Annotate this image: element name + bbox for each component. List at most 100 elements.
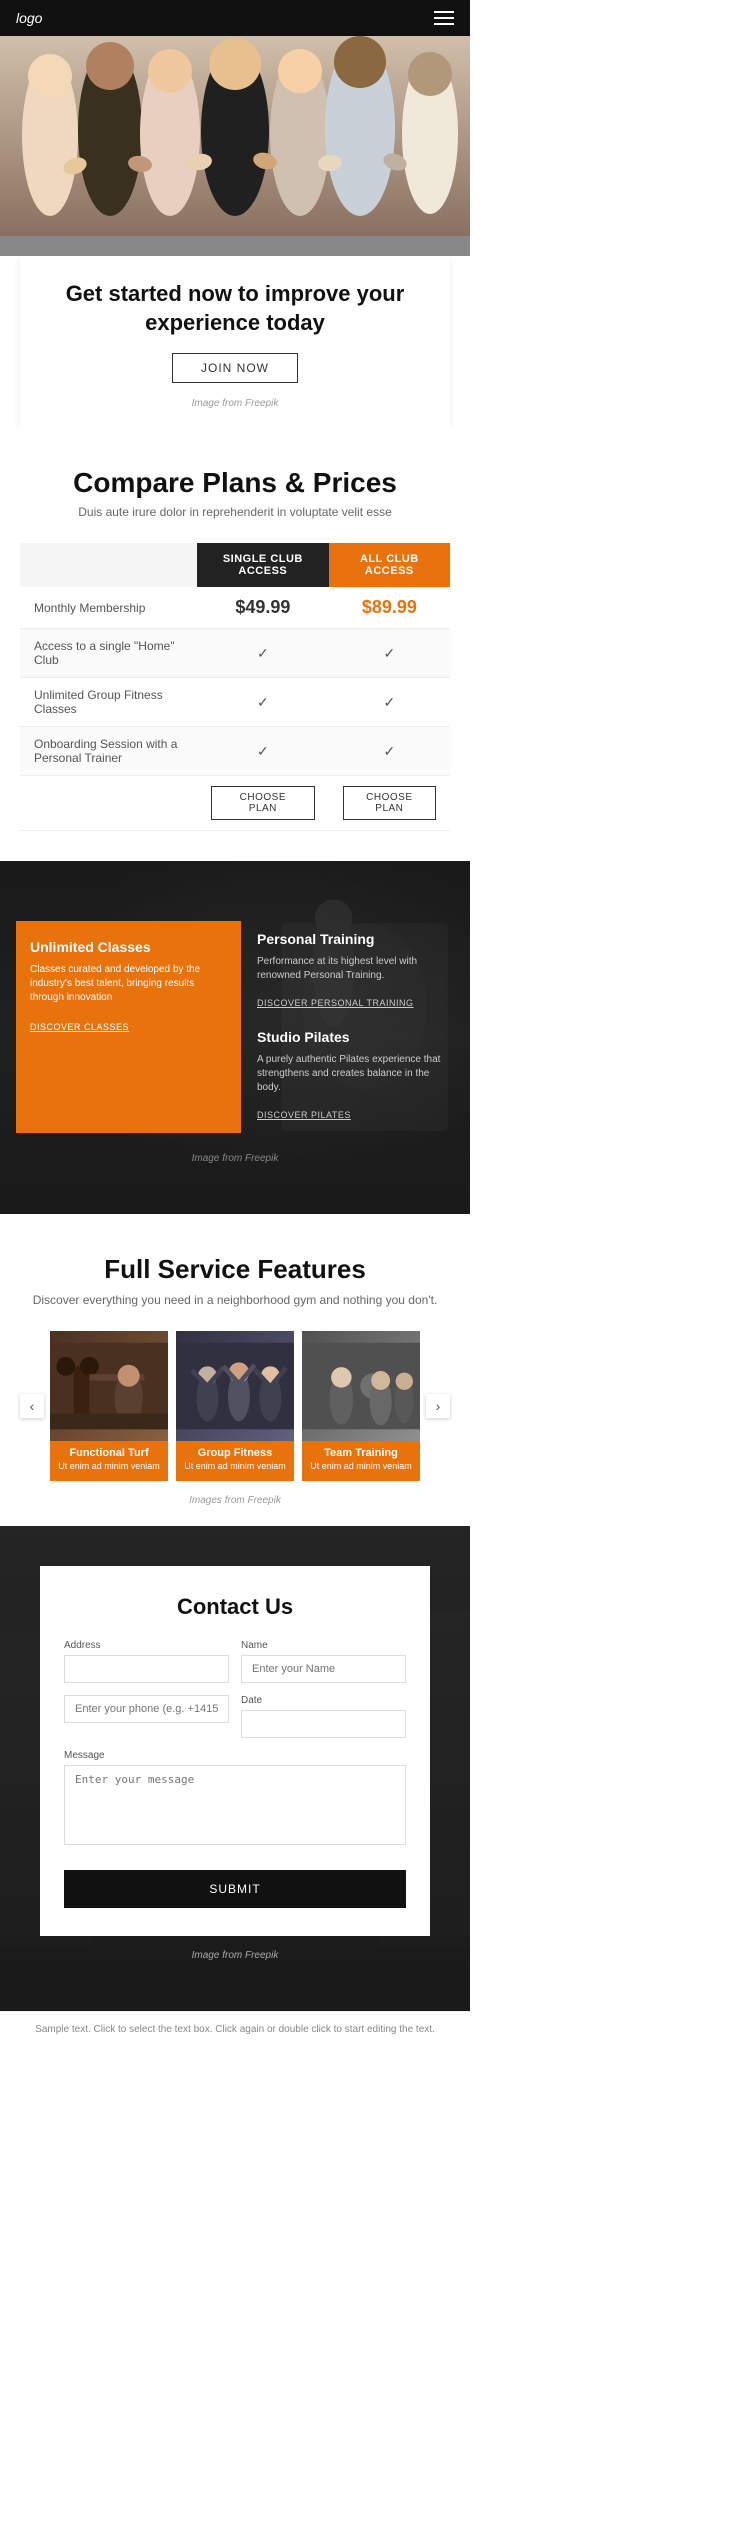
- address-input[interactable]: [64, 1655, 229, 1683]
- hero-image: [0, 36, 470, 256]
- date-input[interactable]: [241, 1710, 406, 1738]
- group-fitness-image: [176, 1331, 294, 1441]
- features-subtitle: Discover everything you need in a neighb…: [20, 1293, 450, 1307]
- choose-single-cell: CHOOSE PLAN: [197, 776, 329, 831]
- header: logo: [0, 0, 470, 36]
- plan-all-header: ALL CLUB ACCESS: [329, 543, 450, 587]
- unlimited-classes-title: Unlimited Classes: [30, 939, 227, 955]
- services-image-credit: Image from Freepik: [0, 1153, 470, 1174]
- pricing-title: Compare Plans & Prices: [20, 467, 450, 499]
- carousel-prev-button[interactable]: ‹: [20, 1394, 44, 1418]
- unlimited-classes-card: Unlimited Classes Classes curated and de…: [16, 921, 241, 1133]
- contact-form-row-2: Date: [64, 1695, 406, 1738]
- feature-label: Unlimited Group Fitness Classes: [20, 678, 197, 727]
- cta-empty: [20, 776, 197, 831]
- pricing-table: SINGLE CLUB ACCESS ALL CLUB ACCESS Month…: [20, 543, 450, 831]
- address-label: Address: [64, 1640, 229, 1651]
- hero-card: Get started now to improve your experien…: [20, 256, 450, 427]
- team-training-desc: Ut enim ad minim veniam: [302, 1461, 420, 1481]
- carousel-next-button[interactable]: ›: [426, 1394, 450, 1418]
- studio-pilates-title: Studio Pilates: [257, 1029, 454, 1045]
- discover-personal-training-link[interactable]: DISCOVER PERSONAL TRAINING: [257, 998, 414, 1008]
- submit-button[interactable]: SUBMIT: [64, 1870, 406, 1908]
- feature-label: Access to a single "Home" Club: [20, 629, 197, 678]
- contact-section: Contact Us Address Name Date Message: [0, 1526, 470, 2011]
- name-group: Name: [241, 1640, 406, 1683]
- address-group: Address: [64, 1640, 229, 1683]
- hero-title: Get started now to improve your experien…: [40, 280, 430, 337]
- check-all: ✓: [329, 727, 450, 776]
- date-label: Date: [241, 1695, 406, 1706]
- team-training-image: [302, 1331, 420, 1441]
- studio-pilates-description: A purely authentic Pilates experience th…: [257, 1053, 454, 1095]
- discover-classes-link[interactable]: DISCOVER CLASSES: [30, 1022, 129, 1032]
- carousel-item-2: Group Fitness Ut enim ad minim veniam: [176, 1331, 294, 1481]
- name-input[interactable]: [241, 1655, 406, 1683]
- features-title: Full Service Features: [20, 1254, 450, 1285]
- features-carousel: ‹ F: [20, 1331, 450, 1481]
- hero-image-credit: Image from Freepik: [192, 398, 279, 409]
- pricing-subtitle: Duis aute irure dolor in reprehenderit i…: [20, 505, 450, 519]
- unlimited-classes-description: Classes curated and developed by the ind…: [30, 963, 227, 1005]
- functional-turf-label: Functional Turf: [50, 1441, 168, 1461]
- pricing-table-wrapper: SINGLE CLUB ACCESS ALL CLUB ACCESS Month…: [20, 543, 450, 831]
- check-all: ✓: [329, 629, 450, 678]
- table-row: Unlimited Group Fitness Classes ✓ ✓: [20, 678, 450, 727]
- carousel-item-1: Functional Turf Ut enim ad minim veniam: [50, 1331, 168, 1481]
- table-row: Monthly Membership $49.99 $89.99: [20, 587, 450, 629]
- table-row: Access to a single "Home" Club ✓ ✓: [20, 629, 450, 678]
- check-single: ✓: [197, 678, 329, 727]
- functional-turf-image: [50, 1331, 168, 1441]
- date-group: Date: [241, 1695, 406, 1738]
- contact-title: Contact Us: [64, 1594, 406, 1620]
- personal-training-description: Performance at its highest level with re…: [257, 955, 454, 983]
- feature-label: Monthly Membership: [20, 587, 197, 629]
- name-label: Name: [241, 1640, 406, 1651]
- feature-label: Onboarding Session with a Personal Train…: [20, 727, 197, 776]
- functional-turf-desc: Ut enim ad minim veniam: [50, 1461, 168, 1481]
- check-all: ✓: [329, 678, 450, 727]
- features-image-credit: Images from Freepik: [20, 1495, 450, 1506]
- choose-single-button[interactable]: CHOOSE PLAN: [211, 786, 315, 820]
- gym-image-1: [50, 1331, 168, 1441]
- menu-icon-line3: [434, 23, 454, 25]
- price-all: $89.99: [329, 587, 450, 629]
- choose-all-cell: CHOOSE PLAN: [329, 776, 450, 831]
- gym-image-3: [302, 1331, 420, 1441]
- choose-all-button[interactable]: CHOOSE PLAN: [343, 786, 436, 820]
- personal-training-card: Personal Training Performance at its hig…: [257, 921, 454, 1133]
- contact-form-row-1: Address Name: [64, 1640, 406, 1683]
- plan-single-header: SINGLE CLUB ACCESS: [197, 543, 329, 587]
- carousel-item-3: Team Training Ut enim ad minim veniam: [302, 1331, 420, 1481]
- group-fitness-desc: Ut enim ad minim veniam: [176, 1461, 294, 1481]
- personal-training-title: Personal Training: [257, 931, 454, 947]
- team-training-label: Team Training: [302, 1441, 420, 1461]
- features-section: Full Service Features Discover everythin…: [0, 1214, 470, 1526]
- services-section: Unlimited Classes Classes curated and de…: [0, 861, 470, 1214]
- menu-button[interactable]: [434, 11, 454, 25]
- services-cards: Unlimited Classes Classes curated and de…: [0, 901, 470, 1153]
- menu-icon-line1: [434, 11, 454, 13]
- table-row-cta: CHOOSE PLAN CHOOSE PLAN: [20, 776, 450, 831]
- pricing-empty-header: [20, 543, 197, 587]
- join-now-button[interactable]: JOIN NOW: [172, 353, 298, 383]
- phone-input[interactable]: [64, 1695, 229, 1723]
- pricing-section: Compare Plans & Prices Duis aute irure d…: [0, 427, 470, 861]
- phone-group: [64, 1695, 229, 1738]
- message-textarea[interactable]: [64, 1765, 406, 1845]
- group-fitness-label: Group Fitness: [176, 1441, 294, 1461]
- check-single: ✓: [197, 727, 329, 776]
- gym-image-2: [176, 1331, 294, 1441]
- price-single: $49.99: [197, 587, 329, 629]
- table-row: Onboarding Session with a Personal Train…: [20, 727, 450, 776]
- hero-people-illustration: [0, 36, 470, 236]
- contact-card: Contact Us Address Name Date Message: [40, 1566, 430, 1936]
- carousel-items: Functional Turf Ut enim ad minim veniam: [50, 1331, 420, 1481]
- message-label: Message: [64, 1750, 406, 1761]
- logo: logo: [16, 10, 42, 26]
- message-group: Message: [64, 1750, 406, 1850]
- bottom-note: Sample text. Click to select the text bo…: [0, 2011, 470, 2047]
- check-single: ✓: [197, 629, 329, 678]
- discover-pilates-link[interactable]: DISCOVER PILATES: [257, 1110, 351, 1120]
- bottom-note-text: Sample text. Click to select the text bo…: [35, 2024, 435, 2035]
